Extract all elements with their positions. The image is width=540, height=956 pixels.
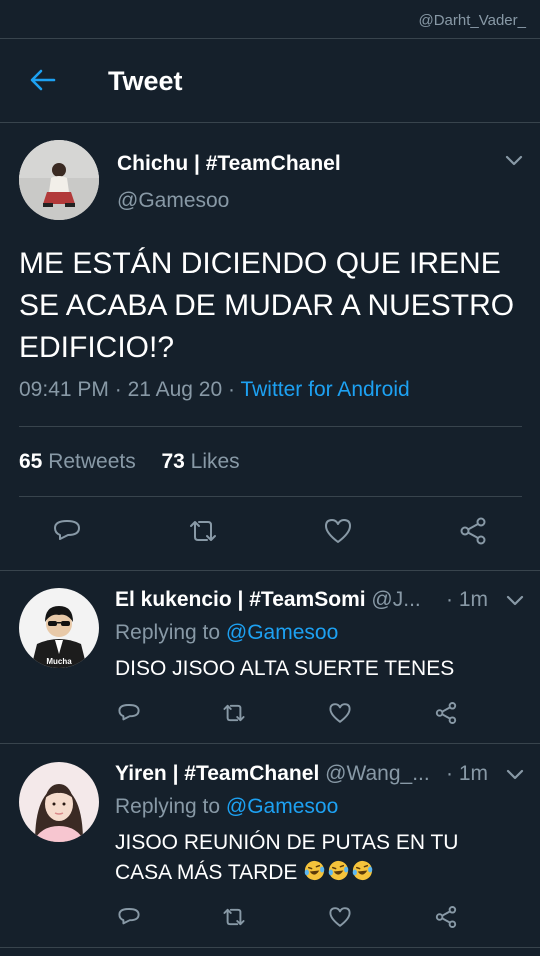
avatar[interactable] <box>19 140 99 220</box>
reply-header: Yiren | #TeamChanel @Wang_... <box>115 762 495 786</box>
reply-text-block: JISOO REUNIÓN DE PUTAS EN TU CASA MÁS TA… <box>115 828 515 888</box>
top-bar: Tweet <box>0 38 540 123</box>
reply-icon[interactable] <box>52 516 82 546</box>
replying-to: Replying to @Gamesoo <box>115 795 338 819</box>
laughing-emoji-icon <box>305 860 325 881</box>
reply-text: JISOO REUNIÓN DE PUTAS EN TU CASA MÁS TA… <box>115 831 459 884</box>
laughing-emoji-icon <box>353 860 373 881</box>
avatar-caption: Mucha <box>46 657 72 666</box>
reply-icon[interactable] <box>117 905 141 929</box>
reply-text: DISO JISOO ALTA SUERTE TENES <box>115 657 455 680</box>
tweet-meta: 09:41 PM · 21 Aug 20 · Twitter for Andro… <box>19 378 410 402</box>
reply-author-handle[interactable]: @J... <box>371 588 420 611</box>
reply-header: El kukencio | #TeamSomi @J... <box>115 588 495 612</box>
reply-tweet[interactable]: Yiren | #TeamChanel @Wang_... · 1m Reply… <box>0 745 540 948</box>
replying-label: Replying to <box>115 795 221 818</box>
reply-author-name[interactable]: Yiren | #TeamChanel <box>115 762 319 785</box>
reply-actions <box>0 905 540 931</box>
likes-stat[interactable]: 73 Likes <box>161 450 239 473</box>
avatar[interactable]: Mucha <box>19 588 99 668</box>
likes-count: 73 <box>161 450 185 473</box>
reply-time-value: 1m <box>458 762 488 785</box>
tweet-actions <box>0 516 540 550</box>
reply-time-value: 1m <box>458 588 488 611</box>
laughing-emoji-icon <box>329 860 349 881</box>
reply-time: · 1m <box>445 588 488 611</box>
tweet-date: 21 Aug 20 <box>127 378 223 401</box>
meta-separator: · <box>114 378 128 401</box>
reply-tweet[interactable]: Mucha El kukencio | #TeamSomi @J... · 1m… <box>0 571 540 744</box>
tweet-time: 09:41 PM <box>19 378 109 401</box>
chevron-down-icon[interactable] <box>504 153 524 169</box>
like-icon[interactable] <box>328 701 352 725</box>
reply-icon[interactable] <box>117 701 141 725</box>
replying-label: Replying to <box>115 621 221 644</box>
replying-mention-link[interactable]: @Gamesoo <box>226 621 338 644</box>
divider <box>19 496 522 497</box>
retweet-icon[interactable] <box>188 516 218 546</box>
author-handle[interactable]: @Gamesoo <box>117 189 229 213</box>
page-title: Tweet <box>108 66 183 96</box>
likes-label: Likes <box>190 450 240 473</box>
avatar[interactable] <box>19 762 99 842</box>
retweet-icon[interactable] <box>222 905 246 929</box>
share-icon[interactable] <box>434 905 458 929</box>
watermark: @Darht_Vader_ <box>418 12 526 29</box>
author-name[interactable]: Chichu | #TeamChanel <box>117 152 341 176</box>
reply-author-name[interactable]: El kukencio | #TeamSomi <box>115 588 366 611</box>
chevron-down-icon[interactable] <box>505 767 525 783</box>
retweets-count: 65 <box>19 450 43 473</box>
like-icon[interactable] <box>328 905 352 929</box>
chevron-down-icon[interactable] <box>505 593 525 609</box>
retweets-label: Retweets <box>48 450 136 473</box>
like-icon[interactable] <box>323 516 353 546</box>
divider <box>19 426 522 427</box>
share-icon[interactable] <box>458 516 488 546</box>
share-icon[interactable] <box>434 701 458 725</box>
tweet-text: ME ESTÁN DICIENDO QUE IRENE SE ACABA DE … <box>19 247 515 364</box>
main-tweet: Chichu | #TeamChanel @Gamesoo ME ESTÁN D… <box>0 123 540 571</box>
replying-mention-link[interactable]: @Gamesoo <box>226 795 338 818</box>
retweet-icon[interactable] <box>222 701 246 725</box>
reply-author-handle[interactable]: @Wang_... <box>325 762 430 785</box>
reply-actions <box>0 701 540 727</box>
back-arrow-icon[interactable] <box>28 65 58 95</box>
tweet-stats: 65 Retweets 73 Likes <box>19 450 240 474</box>
reply-time: · 1m <box>445 762 488 785</box>
replying-to: Replying to @Gamesoo <box>115 621 338 645</box>
meta-separator: · <box>228 378 241 401</box>
tweet-source-link[interactable]: Twitter for Android <box>240 378 409 401</box>
retweets-stat[interactable]: 65 Retweets <box>19 450 136 473</box>
emoji-group <box>303 860 375 884</box>
